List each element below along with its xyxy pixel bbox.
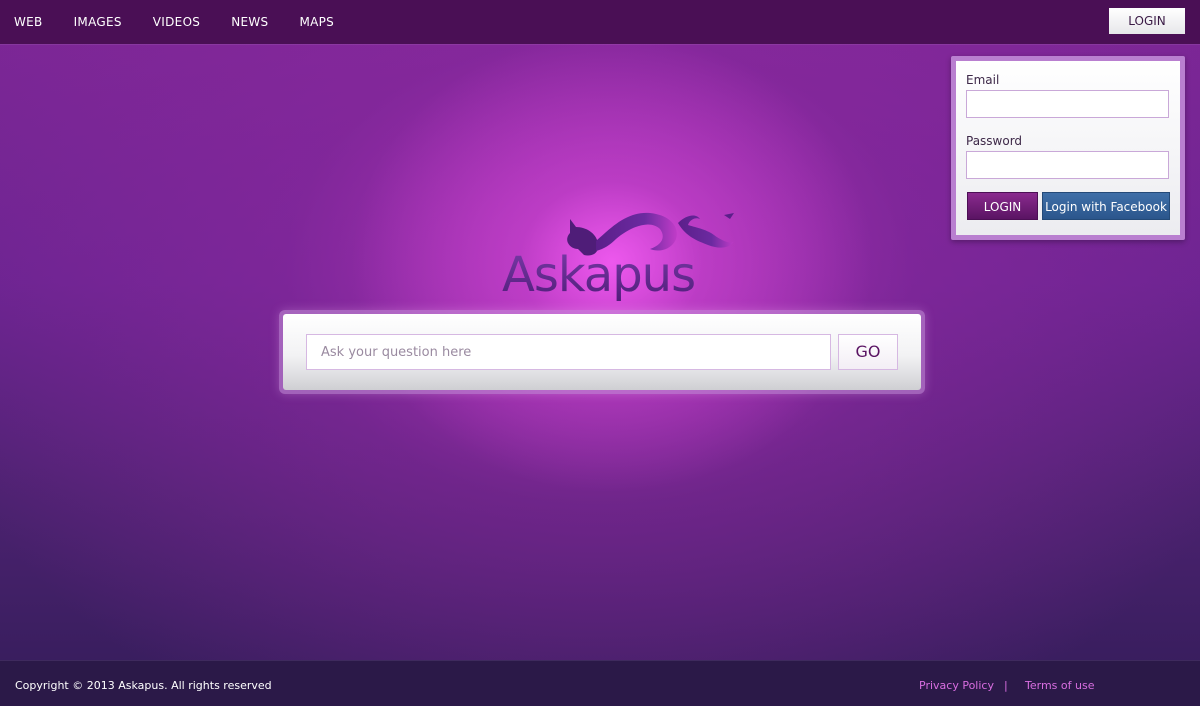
footer-separator: | xyxy=(1004,679,1008,692)
facebook-login-button[interactable]: Login with Facebook xyxy=(1042,192,1170,220)
footer: Copyright © 2013 Askapus. All rights res… xyxy=(0,660,1200,706)
login-dropdown: Email Password LOGIN Login with Facebook xyxy=(951,56,1185,240)
login-submit-button[interactable]: LOGIN xyxy=(967,192,1038,220)
nav-item-web[interactable]: WEB xyxy=(14,15,43,29)
nav-item-news[interactable]: NEWS xyxy=(231,15,268,29)
top-navigation-bar: WEB IMAGES VIDEOS NEWS MAPS LOGIN xyxy=(0,0,1200,44)
logo-wordmark: Askapus xyxy=(502,247,695,303)
search-input[interactable] xyxy=(306,334,831,370)
password-field[interactable] xyxy=(966,151,1169,179)
octopus-logo-icon: Askapus xyxy=(502,212,734,303)
go-button[interactable]: GO xyxy=(838,334,898,370)
search-box-inner: GO xyxy=(283,314,921,390)
copyright-text: Copyright © 2013 Askapus. All rights res… xyxy=(15,679,272,692)
login-form: Email Password LOGIN Login with Facebook xyxy=(956,61,1180,235)
terms-of-use-link[interactable]: Terms of use xyxy=(1025,679,1094,692)
nav-item-images[interactable]: IMAGES xyxy=(74,15,122,29)
email-field[interactable] xyxy=(966,90,1169,118)
login-toggle-button[interactable]: LOGIN xyxy=(1109,8,1185,34)
main-nav: WEB IMAGES VIDEOS NEWS MAPS xyxy=(0,0,351,44)
privacy-policy-link[interactable]: Privacy Policy xyxy=(919,679,994,692)
email-label: Email xyxy=(966,73,1000,87)
askapus-logo: Askapus xyxy=(500,205,740,305)
nav-item-videos[interactable]: VIDEOS xyxy=(153,15,200,29)
password-label: Password xyxy=(966,134,1023,148)
nav-item-maps[interactable]: MAPS xyxy=(299,15,334,29)
search-box: GO xyxy=(279,310,925,394)
